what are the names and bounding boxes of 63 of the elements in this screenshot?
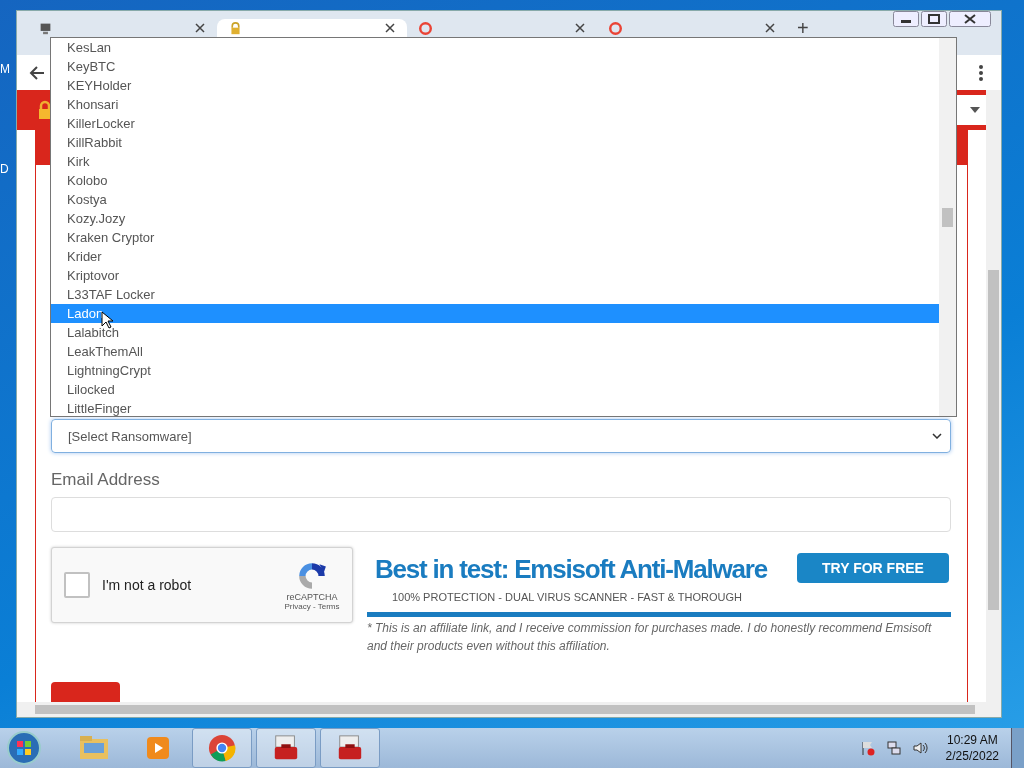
- desktop-icon-label: M: [0, 62, 10, 76]
- dropdown-option[interactable]: Khonsari: [51, 95, 939, 114]
- clock-time: 10:29 AM: [946, 732, 998, 748]
- close-icon[interactable]: [195, 23, 205, 33]
- show-desktop-button[interactable]: [1011, 728, 1024, 768]
- chevron-icon: [932, 433, 942, 439]
- maximize-button[interactable]: [921, 11, 947, 27]
- close-icon[interactable]: [765, 23, 775, 33]
- privacy-terms-links[interactable]: Privacy - Terms: [284, 601, 340, 611]
- network-icon[interactable]: [885, 740, 902, 756]
- clock-date: 2/25/2022: [945, 748, 999, 764]
- dropdown-option[interactable]: Kozy.Jozy: [51, 209, 939, 228]
- mouse-pointer-icon: [101, 311, 113, 329]
- dropdown-option[interactable]: L33TAF Locker: [51, 285, 939, 304]
- volume-icon[interactable]: [911, 740, 928, 756]
- minimize-button[interactable]: [893, 11, 919, 27]
- list-scrollbar[interactable]: [939, 38, 956, 416]
- close-button[interactable]: [949, 11, 991, 27]
- email-field[interactable]: [51, 497, 951, 532]
- ransomware-select[interactable]: [Select Ransomware]: [51, 419, 951, 453]
- dropdown-option[interactable]: LightningCrypt: [51, 361, 939, 380]
- dropdown-option[interactable]: Lalabitch: [51, 323, 939, 342]
- caret-icon: [970, 107, 980, 113]
- dropdown-option[interactable]: Kolobo: [51, 171, 939, 190]
- computer-icon: [39, 21, 52, 35]
- lock-icon: [229, 21, 242, 35]
- captcha-checkbox[interactable]: [64, 572, 90, 598]
- google-icon: [609, 21, 622, 35]
- recaptcha-brand: reCAPTCHA: [286, 591, 338, 602]
- dropdown-option[interactable]: Kriptovor: [51, 266, 939, 285]
- dropdown-option[interactable]: Kraken Cryptor: [51, 228, 939, 247]
- taskbar-app[interactable]: [256, 728, 316, 768]
- dropdown-option[interactable]: Kirk: [51, 152, 939, 171]
- dropdown-option[interactable]: KillRabbit: [51, 133, 939, 152]
- dropdown-option[interactable]: Kostya: [51, 190, 939, 209]
- new-tab-button[interactable]: +: [797, 19, 809, 37]
- horizontal-scrollbar[interactable]: [17, 702, 1001, 717]
- dropdown-option[interactable]: KeyBTC: [51, 57, 939, 76]
- affiliate-note: * This is an affiliate link, and I receive commission for purchases made. I do honestly recommend Emsisoft and their products even without this affiliation.: [367, 620, 933, 655]
- folder-icon: [79, 734, 109, 762]
- desktop-icon-label: D: [0, 162, 9, 176]
- chrome-icon: [207, 734, 237, 762]
- taskbar-app[interactable]: [192, 728, 252, 768]
- close-icon[interactable]: [385, 23, 395, 33]
- captcha-label: I'm not a robot: [102, 577, 193, 593]
- dropdown-option[interactable]: KesLan: [51, 38, 939, 57]
- taskbar-app[interactable]: [320, 728, 380, 768]
- dropdown-option[interactable]: LittleFinger: [51, 399, 939, 416]
- dropdown-option[interactable]: Lilocked: [51, 380, 939, 399]
- ad-tagline: 100% PROTECTION - DUAL VIRUS SCANNER - FAST & THOROUGH: [391, 591, 742, 603]
- dropdown-option[interactable]: KEYHolder: [51, 76, 939, 95]
- vertical-scrollbar[interactable]: [986, 90, 1001, 702]
- try-for-free-button[interactable]: TRY FOR FREE: [797, 553, 949, 583]
- dropdown-option[interactable]: LeakThemAll: [51, 342, 939, 361]
- google-icon: [419, 21, 432, 35]
- close-icon[interactable]: [575, 23, 585, 33]
- field-label: Email Address: [51, 470, 161, 490]
- lock-icon: [37, 100, 53, 120]
- dropdown-option[interactable]: Krider: [51, 247, 939, 266]
- start-button[interactable]: [6, 730, 42, 766]
- ad-headline: Best in test: Emsisoft Anti-Malware: [375, 553, 767, 585]
- dropdown-option[interactable]: KillerLocker: [51, 114, 939, 133]
- flag-icon[interactable]: [859, 740, 876, 756]
